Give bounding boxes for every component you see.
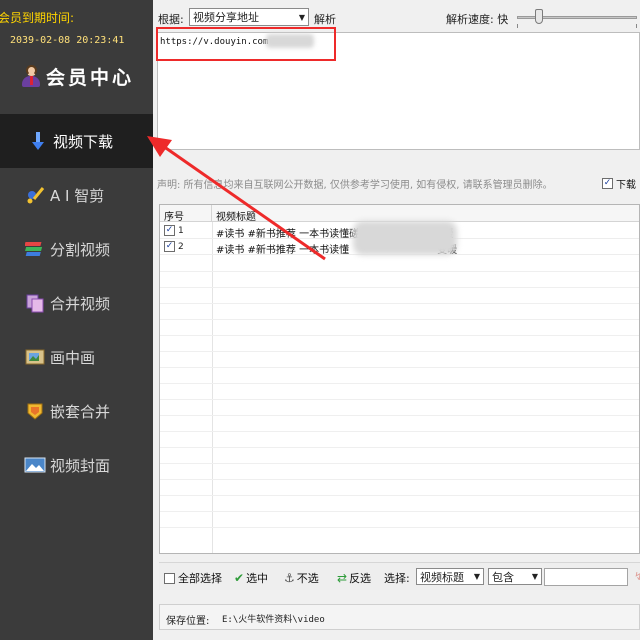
column-header-title[interactable]: 视频标题	[212, 205, 639, 223]
select-label: 选中	[246, 572, 269, 585]
grid-line	[160, 511, 639, 512]
grid-line	[160, 431, 639, 432]
slider-ticks	[517, 24, 637, 28]
member-avatar-icon	[20, 64, 42, 88]
select-button[interactable]: ✔ 选中	[234, 570, 268, 586]
download-arrow-icon	[27, 130, 49, 152]
grid-line	[160, 479, 639, 480]
field-select-value: 视频标题	[420, 570, 464, 584]
by-label: 根据:	[158, 13, 184, 26]
grid-line	[160, 527, 639, 528]
sidebar-item-label: 画中画	[50, 348, 96, 367]
sidebar-item-label: 嵌套合并	[50, 402, 111, 421]
grid-line	[160, 463, 639, 464]
checkbox-checked-icon: ✓	[602, 178, 613, 189]
invert-button[interactable]: ⇄ 反选	[337, 570, 371, 586]
sidebar-item-label: 合并视频	[50, 294, 111, 313]
download-checkbox[interactable]: ✓ 下载	[602, 176, 636, 191]
sidebar-item-label: 视频下载	[53, 132, 114, 151]
grid-line	[160, 383, 639, 384]
ai-edit-icon	[24, 184, 46, 206]
expiry-label: 会员到期时间:	[0, 11, 75, 25]
sidebar-item-label: A I 智剪	[50, 186, 105, 205]
download-checkbox-label: 下载	[616, 180, 636, 191]
row-index-cell: ✓ 1	[164, 225, 184, 236]
disclaimer-text: 声明: 所有信息均来自互联网公开数据, 仅供参考学习使用, 如有侵权, 请联系管…	[157, 180, 553, 191]
main-panel: 根据: 视频分享地址 ▼ 解析 解析速度: 快 https://v.douyin…	[153, 0, 640, 640]
sidebar-item-nested-merge[interactable]: 嵌套合并	[0, 384, 153, 438]
row-index: 2	[178, 241, 184, 252]
select-all-checkbox[interactable]: 全部选择	[164, 570, 222, 586]
deselect-label: 不选	[296, 572, 319, 585]
video-table: 序号 视频标题 ✓ 1 #读书 #新书推荐 一本书读懂磋中和#磋中变暖 ✓ 2 …	[159, 204, 640, 554]
column-header-index[interactable]: 序号	[160, 205, 212, 223]
save-location-row: 保存位置: E:\火牛软件资料\video	[159, 604, 640, 630]
chevron-down-icon: ▼	[531, 572, 538, 581]
sidebar-item-ai-edit[interactable]: A I 智剪	[0, 168, 153, 222]
url-input-area[interactable]: https://v.douyin.com	[156, 27, 640, 150]
sidebar: 会员到期时间: 2039-02-08 20:23:41 会员中心 视频下载 A …	[0, 0, 153, 640]
match-select-value: 包含	[492, 570, 514, 584]
parse-speed-slider-thumb[interactable]	[535, 9, 543, 24]
parse-speed-label: 解析速度: 快	[446, 13, 509, 26]
grid-line	[160, 447, 639, 448]
row-checkbox[interactable]: ✓	[164, 225, 175, 236]
grid-line	[160, 335, 639, 336]
sidebar-nav: 视频下载 A I 智剪 分割视频 合并视频 画中画 嵌套合并 视频封面	[0, 114, 153, 492]
selection-toolbar: 全部选择 ✔ 选中 ⚓ 不选 ⇄ 反选 选择: 视频标题 ▼ 包含 ▼ ↯	[159, 562, 640, 590]
chevron-down-icon: ▼	[473, 572, 480, 581]
invert-arrows-icon: ⇄	[337, 571, 348, 585]
checkbox-empty-icon	[164, 572, 175, 584]
source-type-select[interactable]: 视频分享地址 ▼	[189, 8, 309, 26]
row-checkbox[interactable]: ✓	[164, 241, 175, 252]
match-select[interactable]: 包含 ▼	[488, 568, 542, 585]
sidebar-item-label: 视频封面	[50, 456, 111, 475]
check-circle-icon: ✔	[234, 571, 245, 585]
sidebar-item-picture-in-picture[interactable]: 画中画	[0, 330, 153, 384]
picture-in-picture-icon	[24, 346, 46, 368]
save-location-label: 保存位置:	[166, 616, 210, 627]
redacted-title-blur	[353, 221, 457, 255]
split-video-icon	[24, 238, 46, 260]
invert-label: 反选	[349, 572, 372, 585]
filter-action-icon[interactable]: ↯	[634, 570, 640, 583]
grid-line	[160, 319, 639, 320]
url-highlight-box	[156, 27, 336, 61]
grid-line	[160, 287, 639, 288]
grid-line	[160, 351, 639, 352]
sidebar-item-video-download[interactable]: 视频下载	[0, 114, 153, 168]
field-select[interactable]: 视频标题 ▼	[416, 568, 484, 585]
row-title-text: #读书 #新书推荐 一本书读懂	[216, 245, 350, 256]
member-center-link[interactable]: 会员中心	[20, 62, 134, 90]
expiry-value: 2039-02-08 20:23:41	[10, 35, 125, 46]
anchor-icon: ⚓	[284, 571, 295, 585]
grid-line	[160, 303, 639, 304]
member-center-title: 会员中心	[46, 66, 135, 89]
sidebar-item-merge-video[interactable]: 合并视频	[0, 276, 153, 330]
grid-line	[160, 415, 639, 416]
grid-line	[160, 367, 639, 368]
sidebar-item-split-video[interactable]: 分割视频	[0, 222, 153, 276]
merge-video-icon	[24, 292, 46, 314]
choose-label: 选择:	[384, 572, 410, 585]
row-index-cell: ✓ 2	[164, 241, 184, 252]
row-index: 1	[178, 225, 184, 236]
sidebar-item-label: 分割视频	[50, 240, 111, 259]
nested-merge-icon	[24, 400, 46, 422]
save-location-path[interactable]: E:\火牛软件资料\video	[222, 612, 325, 625]
source-type-value: 视频分享地址	[193, 11, 259, 24]
chevron-down-icon: ▼	[298, 12, 305, 22]
grid-line	[160, 495, 639, 496]
deselect-button[interactable]: ⚓ 不选	[284, 570, 319, 586]
grid-line	[160, 399, 639, 400]
sidebar-item-video-cover[interactable]: 视频封面	[0, 438, 153, 492]
select-all-label: 全部选择	[178, 572, 222, 585]
filter-text-input[interactable]	[544, 568, 628, 586]
parse-button[interactable]: 解析	[314, 11, 336, 27]
video-cover-icon	[24, 454, 46, 476]
grid-line	[160, 271, 639, 272]
